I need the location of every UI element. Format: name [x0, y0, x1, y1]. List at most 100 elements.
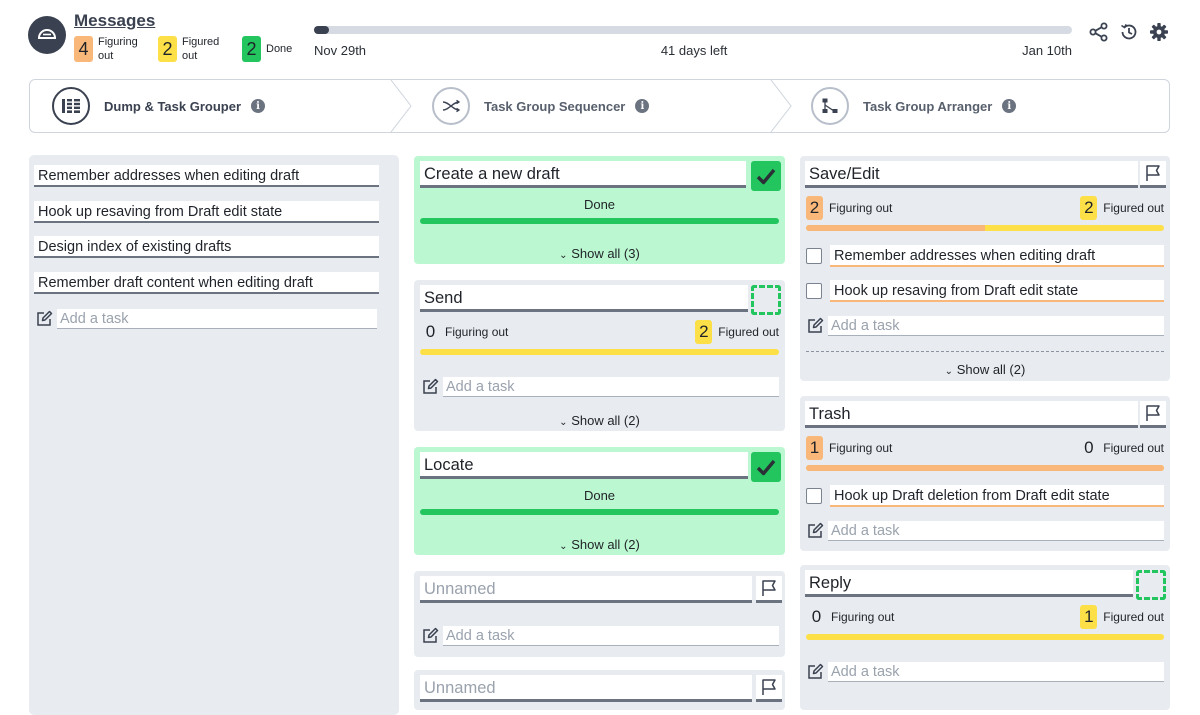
app-logo-icon[interactable]: [28, 16, 66, 54]
figured-out-count: 1 Figured out: [1080, 605, 1164, 629]
add-task-row: [806, 316, 1164, 336]
figuring-out-label: Figuring out: [98, 36, 138, 62]
pencil-edit-icon: [37, 310, 53, 326]
count-label: Figured out: [1103, 441, 1164, 455]
subtask-text[interactable]: Remember addresses when editing draft: [830, 245, 1164, 267]
info-icon[interactable]: i: [1002, 99, 1017, 113]
chevron-down-icon: ⌄: [559, 417, 568, 428]
task-group-card: Unnamed: [414, 670, 785, 710]
subtask-row: Hook up resaving from Draft edit state: [806, 280, 1164, 302]
subtask-text[interactable]: Hook up Draft deletion from Draft edit s…: [830, 485, 1164, 507]
flag-icon[interactable]: [1140, 401, 1166, 428]
show-all-button[interactable]: ⌄ Show all (2): [414, 413, 785, 428]
show-all-label: Show all (2): [571, 413, 640, 428]
step-task-group-arranger[interactable]: Task Group Arranger i: [811, 80, 1017, 132]
step-label: Dump & Task Grouper: [104, 98, 242, 114]
count-label: Figured out: [1103, 201, 1164, 215]
dump-task-item[interactable]: Remember addresses when editing draft: [34, 165, 379, 187]
gear-icon[interactable]: [1148, 21, 1170, 43]
subtask-checkbox[interactable]: [806, 283, 822, 299]
pencil-edit-icon: [423, 627, 439, 643]
summary-figuring-out: 4 Figuring out: [74, 35, 144, 63]
history-icon[interactable]: [1118, 21, 1140, 43]
show-all-button[interactable]: ⌄ Show all (2): [800, 362, 1170, 377]
share-icon[interactable]: [1088, 21, 1110, 43]
add-task-row: [421, 626, 779, 646]
group-title[interactable]: Reply: [805, 570, 1133, 597]
subtask-text[interactable]: Hook up resaving from Draft edit state: [830, 280, 1164, 302]
dump-task-item[interactable]: Remember draft content when editing draf…: [34, 272, 379, 294]
timeline-track: [314, 26, 1072, 34]
figuring-out-count-badge: 4: [74, 36, 93, 62]
group-progress-bar: [806, 465, 1164, 471]
step-dump-task-grouper[interactable]: Dump & Task Grouper i: [52, 80, 266, 132]
step-label: Task Group Arranger: [863, 98, 993, 114]
add-task-input[interactable]: [828, 662, 1164, 682]
flag-icon[interactable]: [756, 576, 782, 603]
step-label: Task Group Sequencer: [484, 98, 626, 114]
count-label: Figuring out: [829, 201, 893, 215]
task-group-card: Reply 0 Figuring out 1 Figured out: [800, 565, 1170, 710]
count-badge: 0: [425, 322, 436, 341]
timeline-progress-fill: [314, 26, 330, 34]
add-task-input[interactable]: [57, 309, 377, 329]
add-task-row: [806, 521, 1164, 541]
done-count-badge: 2: [242, 36, 261, 62]
group-title[interactable]: Send: [420, 285, 748, 312]
dump-task-item[interactable]: Design index of existing drafts: [34, 236, 379, 258]
pencil-edit-icon: [808, 663, 824, 679]
group-progress-bar: [806, 634, 1164, 640]
subtask-checkbox[interactable]: [806, 248, 822, 264]
chevron-down-icon: ⌄: [559, 250, 568, 261]
figuring-out-count: 2 Figuring out: [806, 196, 892, 220]
done-check-icon[interactable]: [751, 161, 781, 191]
grouper-icon: [52, 87, 90, 125]
count-badge: 1: [1080, 605, 1098, 629]
done-toggle-pending[interactable]: [1136, 570, 1166, 600]
flag-icon[interactable]: [1140, 161, 1166, 188]
info-icon[interactable]: i: [251, 99, 266, 113]
show-all-button[interactable]: ⌄ Show all (2): [414, 537, 785, 552]
chevron-separator: [390, 80, 412, 132]
workflow-stepper: Dump & Task Grouper i Task Group Sequenc…: [29, 79, 1170, 133]
sequencer-icon: [432, 87, 470, 125]
done-check-icon[interactable]: [751, 452, 781, 482]
figured-out-count-badge: 2: [158, 36, 177, 62]
info-icon[interactable]: i: [635, 99, 650, 113]
count-badge: 0: [1084, 438, 1094, 457]
add-task-input[interactable]: [443, 626, 779, 646]
add-task-input[interactable]: [828, 316, 1164, 336]
subtask-checkbox[interactable]: [806, 488, 822, 504]
done-toggle-pending[interactable]: [751, 285, 781, 315]
add-task-row: [806, 662, 1164, 682]
figured-out-count: 2 Figured out: [695, 320, 779, 344]
group-status-label: Done: [583, 197, 616, 212]
figuring-out-count: 1 Figuring out: [806, 436, 892, 460]
add-task-input[interactable]: [828, 521, 1164, 541]
pencil-edit-icon: [423, 378, 439, 394]
dump-task-item[interactable]: Hook up resaving from Draft edit state: [34, 201, 379, 223]
step-task-group-sequencer[interactable]: Task Group Sequencer i: [432, 80, 650, 132]
flag-icon[interactable]: [756, 675, 782, 702]
group-title[interactable]: Trash: [805, 401, 1138, 428]
count-label: Figuring out: [831, 610, 895, 624]
timeline-start-date: Nov 29th: [314, 43, 367, 58]
group-title[interactable]: Save/Edit: [805, 161, 1138, 188]
timeline-days-left: 41 days left: [660, 43, 728, 58]
group-progress-bar: [420, 218, 779, 224]
add-task-row: [421, 377, 779, 397]
task-group-card: Unnamed: [414, 571, 785, 657]
done-label: Done: [266, 43, 293, 55]
group-title[interactable]: Unnamed: [420, 675, 752, 702]
task-group-card: Create a new draft Done ⌄ Show all (3): [414, 156, 785, 264]
group-title[interactable]: Unnamed: [420, 576, 752, 603]
figured-out-count: 0 Figured out: [1080, 436, 1164, 460]
group-title[interactable]: Create a new draft: [420, 161, 746, 188]
add-task-input[interactable]: [443, 377, 779, 397]
show-all-label: Show all (3): [571, 246, 640, 261]
project-title-link[interactable]: Messages: [74, 11, 155, 31]
show-all-button[interactable]: ⌄ Show all (3): [414, 246, 785, 261]
group-title[interactable]: Locate: [420, 452, 748, 479]
show-all-label: Show all (2): [956, 362, 1026, 377]
show-all-label: Show all (2): [571, 537, 640, 552]
